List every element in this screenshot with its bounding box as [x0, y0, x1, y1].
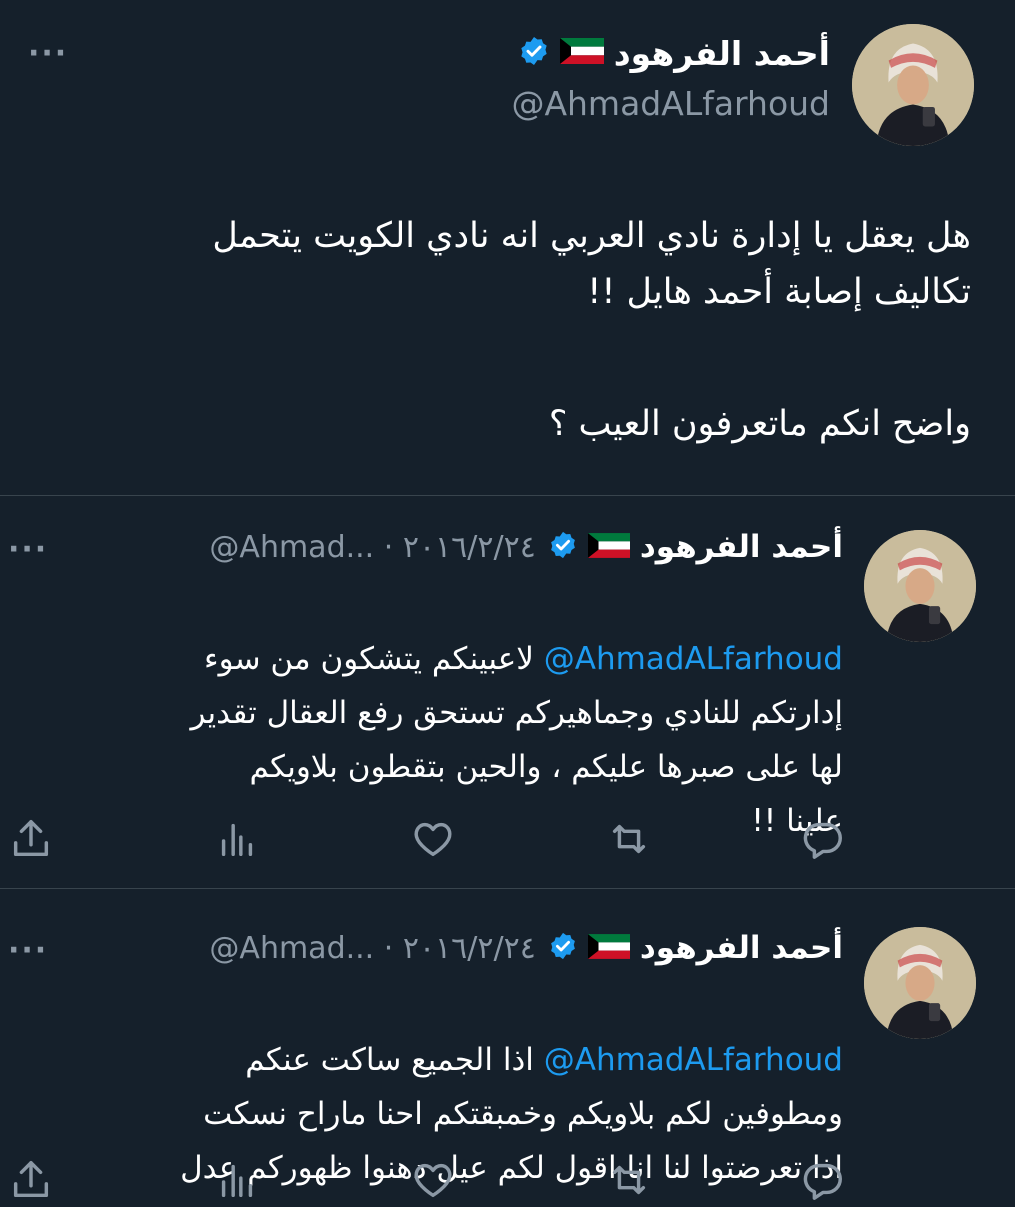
mention-link[interactable]: @AhmadALfarhoud [544, 1042, 843, 1078]
reply-tweet[interactable]: أحمد الفرهود @Ahmad... · ٢٠١٦/٢/٢٤ ··· @… [0, 496, 1015, 888]
like-icon[interactable] [410, 816, 456, 862]
author-row: أحمد الفرهود [518, 30, 830, 76]
mention-link[interactable]: @AhmadALfarhoud [544, 641, 843, 677]
more-options-icon[interactable]: ··· [8, 532, 48, 567]
verified-badge-icon [548, 530, 578, 564]
retweet-icon[interactable] [606, 816, 652, 862]
avatar[interactable] [852, 24, 974, 146]
views-icon[interactable] [214, 1157, 260, 1203]
avatar[interactable] [864, 927, 976, 1039]
author-row: أحمد الفرهود @Ahmad... · ٢٠١٦/٢/٢٤ [209, 524, 843, 570]
display-name[interactable]: أحمد الفرهود [640, 529, 843, 565]
action-bar [0, 816, 1015, 866]
tweet-text: @AhmadALfarhoud لاعبينكم يتشكون من سوء إد… [13, 578, 843, 848]
reply-icon[interactable] [800, 816, 846, 862]
display-name[interactable]: أحمد الفرهود [640, 930, 843, 966]
reply-tweet[interactable]: أحمد الفرهود @Ahmad... · ٢٠١٦/٢/٢٤ ··· @… [0, 889, 1015, 1200]
author-handle[interactable]: @AhmadALfarhoud [511, 84, 830, 123]
tweet-text-first: لاعبينكم يتشكون من سوء [204, 641, 544, 677]
share-icon[interactable] [8, 1157, 54, 1203]
tweet-meta[interactable]: @Ahmad... · ٢٠١٦/٢/٢٤ [209, 530, 535, 565]
tweet-text-2: واضح انكم ماتعرفون العيب ؟ [548, 404, 971, 444]
author-row: أحمد الفرهود @Ahmad... · ٢٠١٦/٢/٢٤ [209, 925, 843, 971]
verified-badge-icon [518, 35, 550, 71]
verified-badge-icon [548, 931, 578, 965]
kuwait-flag-icon [587, 532, 630, 562]
like-icon[interactable] [410, 1157, 456, 1203]
more-options-icon[interactable]: ··· [28, 36, 68, 71]
retweet-icon[interactable] [606, 1157, 652, 1203]
kuwait-flag-icon [559, 38, 604, 68]
more-options-icon[interactable]: ··· [8, 933, 48, 968]
avatar[interactable] [864, 530, 976, 642]
display-name[interactable]: أحمد الفرهود [614, 34, 830, 73]
tweet-text-first: اذا الجميع ساكت عنكم [245, 1042, 544, 1078]
views-icon[interactable] [214, 816, 260, 862]
kuwait-flag-icon [587, 933, 630, 963]
share-icon[interactable] [8, 816, 54, 862]
main-tweet[interactable]: أحمد الفرهود @AhmadALfarhoud ··· هل يعقل… [0, 0, 1015, 494]
tweet-meta[interactable]: @Ahmad... · ٢٠١٦/٢/٢٤ [209, 931, 535, 966]
tweet-text: هل يعقل يا إدارة نادي العربي انه نادي ال… [212, 216, 971, 312]
reply-icon[interactable] [800, 1157, 846, 1203]
